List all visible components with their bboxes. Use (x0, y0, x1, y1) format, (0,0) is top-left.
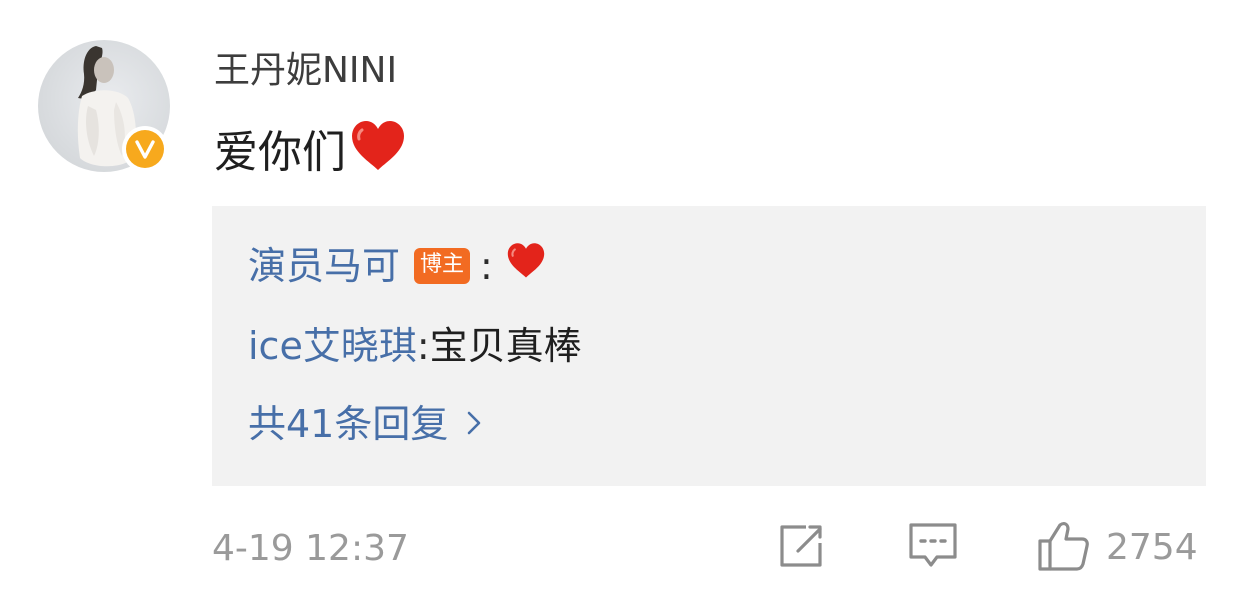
more-replies-link[interactable]: 共41条回复 (248, 398, 482, 450)
share-icon (776, 521, 826, 575)
blogger-badge: 博主 (414, 248, 471, 284)
heart-emoji (348, 118, 408, 188)
verified-badge (122, 126, 168, 172)
replies-box: 演员马可 博主 : ice艾晓琪 : 宝贝真棒 共41条回复 (212, 206, 1206, 486)
reply-item[interactable]: 演员马可 博主 : (248, 240, 547, 292)
timestamp: 4-19 12:37 (212, 528, 409, 569)
reply-colon: : (480, 244, 493, 288)
like-button[interactable]: 2754 (1036, 520, 1198, 576)
verified-v-icon (126, 130, 164, 168)
reply-author[interactable]: 演员马可 (248, 240, 400, 292)
like-count: 2754 (1106, 527, 1198, 568)
share-button[interactable] (776, 520, 826, 576)
reply-colon: : (416, 324, 430, 368)
comment-icon (906, 520, 960, 576)
reply-message: 宝贝真棒 (429, 324, 582, 368)
thumbs-up-icon (1036, 519, 1092, 577)
comment-text: 爱你们 (214, 127, 346, 178)
weibo-comment-card: 王丹妮NINI 爱你们 演员马可 博主 : ice艾晓琪 : 宝贝真棒 共41条… (0, 0, 1252, 600)
chevron-right-icon (466, 398, 482, 450)
reply-author[interactable]: ice艾晓琪 (248, 320, 417, 372)
username[interactable]: 王丹妮NINI (214, 46, 397, 96)
comment-button[interactable] (906, 520, 960, 576)
comment-content: 爱你们 (214, 118, 408, 188)
reply-item[interactable]: ice艾晓琪 : 宝贝真棒 (248, 320, 582, 372)
more-replies-label: 共41条回复 (248, 402, 449, 446)
heart-emoji (505, 240, 547, 292)
